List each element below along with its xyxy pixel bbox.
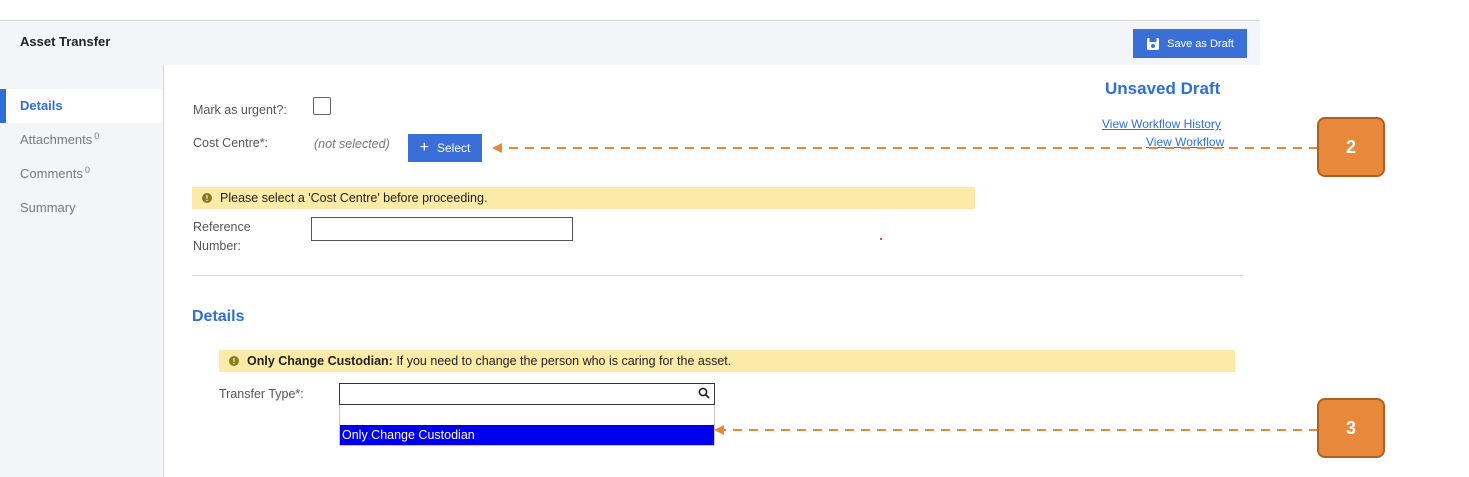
- sidebar-item-summary[interactable]: Summary: [0, 191, 163, 225]
- page-title: Asset Transfer: [20, 34, 111, 49]
- sidebar-item-label: Comments: [20, 166, 83, 181]
- view-workflow-history-link[interactable]: View Workflow History: [1102, 117, 1221, 131]
- save-as-draft-button[interactable]: Save as Draft: [1133, 29, 1247, 58]
- plus-icon: +: [419, 139, 429, 156]
- draft-status: Unsaved Draft: [1105, 79, 1221, 98]
- custodian-note-body: If you need to change the person who is …: [392, 354, 732, 368]
- sidebar-item-label: Details: [20, 98, 63, 113]
- select-button-label: Select: [436, 141, 471, 155]
- main-content: Mark as urgent?: Cost Centre*: (not sele…: [164, 65, 1260, 477]
- dropdown-option-only-change-custodian[interactable]: Only Change Custodian: [340, 425, 714, 445]
- info-icon: !: [229, 356, 239, 366]
- page-header: Asset Transfer Save as Draft: [0, 21, 1260, 65]
- cost-centre-warning: ! Please select a 'Cost Centre' before p…: [192, 187, 975, 209]
- sidebar-item-label: Summary: [20, 200, 76, 215]
- custodian-note-text: Only Change Custodian: If you need to ch…: [247, 354, 731, 368]
- select-cost-centre-button[interactable]: + Select: [408, 134, 482, 162]
- transfer-type-input[interactable]: [339, 383, 715, 405]
- reference-label-line1: Reference: [193, 220, 251, 234]
- save-icon: [1147, 37, 1160, 50]
- app-window: Asset Transfer Save as Draft Details Att…: [0, 20, 1260, 477]
- sidebar-item-label: Attachments: [20, 132, 93, 147]
- reference-label-line2: Number:: [193, 239, 241, 253]
- info-icon: !: [202, 193, 212, 203]
- dropdown-option-blank[interactable]: [340, 405, 714, 425]
- cost-centre-label: Cost Centre*:: [193, 136, 269, 150]
- callout-2: 2: [1317, 117, 1385, 177]
- red-marker: [880, 238, 882, 240]
- search-icon[interactable]: [697, 386, 711, 400]
- custodian-note: ! Only Change Custodian: If you need to …: [219, 350, 1235, 372]
- sidebar-item-comments[interactable]: Comments 0: [0, 157, 163, 191]
- callout-3: 3: [1317, 398, 1385, 458]
- urgent-checkbox[interactable]: [313, 97, 331, 115]
- sidebar-item-details[interactable]: Details: [0, 89, 163, 123]
- comments-count: 0: [84, 165, 90, 175]
- section-divider: [192, 275, 1243, 276]
- custodian-note-bold: Only Change Custodian:: [247, 354, 393, 368]
- details-section-title: Details: [192, 308, 245, 325]
- reference-number-input[interactable]: [311, 217, 573, 241]
- transfer-type-label: Transfer Type*:: [219, 387, 304, 401]
- urgent-label: Mark as urgent?:: [193, 103, 287, 117]
- cost-centre-warning-text: Please select a 'Cost Centre' before pro…: [220, 191, 488, 205]
- save-as-draft-label: Save as Draft: [1167, 37, 1234, 50]
- attachments-count: 0: [94, 131, 100, 141]
- transfer-type-dropdown: Only Change Custodian: [339, 405, 715, 446]
- sidebar-item-attachments[interactable]: Attachments 0: [0, 123, 163, 157]
- view-workflow-link[interactable]: View Workflow: [1146, 135, 1224, 149]
- cost-centre-value: (not selected): [314, 137, 390, 151]
- sidebar: Details Attachments 0 Comments 0 Summary: [0, 65, 164, 477]
